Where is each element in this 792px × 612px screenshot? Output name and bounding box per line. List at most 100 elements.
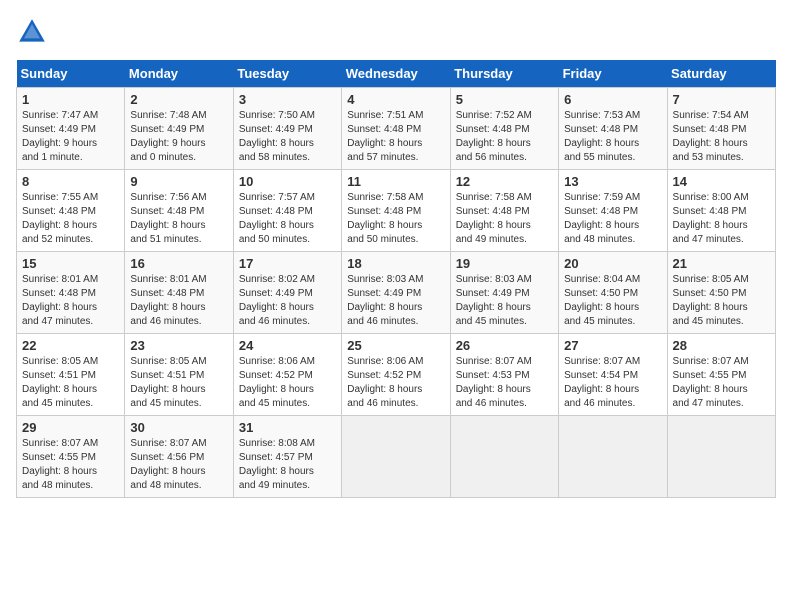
calendar-week-row: 29 Sunrise: 8:07 AM Sunset: 4:55 PM Dayli… — [17, 416, 776, 498]
calendar-cell: 6 Sunrise: 7:53 AM Sunset: 4:48 PM Daylig… — [559, 88, 667, 170]
day-number: 12 — [456, 174, 553, 189]
calendar-cell: 25Sunrise: 8:06 AM Sunset: 4:52 PM Dayli… — [342, 334, 450, 416]
day-info: Sunrise: 7:55 AM Sunset: 4:48 PM Dayligh… — [22, 191, 119, 247]
day-number: 20 — [564, 256, 661, 271]
day-number: 15 — [22, 256, 119, 271]
calendar-cell: 16Sunrise: 8:01 AM Sunset: 4:48 PM Dayli… — [125, 252, 233, 334]
day-info: Sunrise: 8:04 AM Sunset: 4:50 PM Dayligh… — [564, 273, 661, 329]
calendar-cell: 4 Sunrise: 7:51 AM Sunset: 4:48 PM Daylig… — [342, 88, 450, 170]
day-info: Sunrise: 8:00 AM Sunset: 4:48 PM Dayligh… — [673, 191, 770, 247]
calendar-cell: 9 Sunrise: 7:56 AM Sunset: 4:48 PM Daylig… — [125, 170, 233, 252]
day-info: Sunrise: 7:59 AM Sunset: 4:48 PM Dayligh… — [564, 191, 661, 247]
day-info: Sunrise: 7:50 AM Sunset: 4:49 PM Dayligh… — [239, 109, 336, 165]
day-info: Sunrise: 8:07 AM Sunset: 4:55 PM Dayligh… — [22, 437, 119, 493]
calendar-cell: 3 Sunrise: 7:50 AM Sunset: 4:49 PM Daylig… — [233, 88, 341, 170]
day-number: 5 — [456, 92, 553, 107]
logo-icon — [16, 16, 48, 48]
day-number: 6 — [564, 92, 661, 107]
calendar-cell: 26Sunrise: 8:07 AM Sunset: 4:53 PM Dayli… — [450, 334, 558, 416]
calendar-cell: 7 Sunrise: 7:54 AM Sunset: 4:48 PM Daylig… — [667, 88, 775, 170]
calendar-cell: 28 Sunrise: 8:07 AM Sunset: 4:55 PM Dayli… — [667, 334, 775, 416]
calendar-cell: 8 Sunrise: 7:55 AM Sunset: 4:48 PM Daylig… — [17, 170, 125, 252]
calendar-cell: 13 Sunrise: 7:59 AM Sunset: 4:48 PM Dayli… — [559, 170, 667, 252]
day-info: Sunrise: 8:07 AM Sunset: 4:53 PM Dayligh… — [456, 355, 553, 411]
calendar-cell: 17 Sunrise: 8:02 AM Sunset: 4:49 PM Dayli… — [233, 252, 341, 334]
calendar-cell: 12 Sunrise: 7:58 AM Sunset: 4:48 PM Dayli… — [450, 170, 558, 252]
day-header-sunday: Sunday — [17, 60, 125, 88]
calendar-week-row: 8 Sunrise: 7:55 AM Sunset: 4:48 PM Daylig… — [17, 170, 776, 252]
day-header-tuesday: Tuesday — [233, 60, 341, 88]
day-info: Sunrise: 8:03 AM Sunset: 4:49 PM Dayligh… — [456, 273, 553, 329]
calendar-cell: 30Sunrise: 8:07 AM Sunset: 4:56 PM Dayli… — [125, 416, 233, 498]
day-number: 31 — [239, 420, 336, 435]
day-info: Sunrise: 8:07 AM Sunset: 4:54 PM Dayligh… — [564, 355, 661, 411]
day-number: 3 — [239, 92, 336, 107]
calendar-cell: 29 Sunrise: 8:07 AM Sunset: 4:55 PM Dayli… — [17, 416, 125, 498]
day-number: 14 — [673, 174, 770, 189]
day-number: 19 — [456, 256, 553, 271]
day-info: Sunrise: 7:48 AM Sunset: 4:49 PM Dayligh… — [130, 109, 227, 165]
calendar-cell — [559, 416, 667, 498]
day-number: 29 — [22, 420, 119, 435]
calendar-cell: 20 Sunrise: 8:04 AM Sunset: 4:50 PM Dayli… — [559, 252, 667, 334]
day-info: Sunrise: 7:54 AM Sunset: 4:48 PM Dayligh… — [673, 109, 770, 165]
calendar-cell: 23Sunrise: 8:05 AM Sunset: 4:51 PM Dayli… — [125, 334, 233, 416]
day-info: Sunrise: 8:01 AM Sunset: 4:48 PM Dayligh… — [130, 273, 227, 329]
day-info: Sunrise: 7:58 AM Sunset: 4:48 PM Dayligh… — [456, 191, 553, 247]
calendar-cell — [342, 416, 450, 498]
day-number: 18 — [347, 256, 444, 271]
day-number: 10 — [239, 174, 336, 189]
day-number: 4 — [347, 92, 444, 107]
calendar-cell: 24 Sunrise: 8:06 AM Sunset: 4:52 PM Dayli… — [233, 334, 341, 416]
day-info: Sunrise: 8:08 AM Sunset: 4:57 PM Dayligh… — [239, 437, 336, 493]
calendar-cell: 14 Sunrise: 8:00 AM Sunset: 4:48 PM Dayli… — [667, 170, 775, 252]
calendar-cell: 15Sunrise: 8:01 AM Sunset: 4:48 PM Dayli… — [17, 252, 125, 334]
calendar-cell: 1Sunrise: 7:47 AM Sunset: 4:49 PM Daylig… — [17, 88, 125, 170]
day-number: 23 — [130, 338, 227, 353]
calendar-cell: 27 Sunrise: 8:07 AM Sunset: 4:54 PM Dayli… — [559, 334, 667, 416]
calendar-header-row: SundayMondayTuesdayWednesdayThursdayFrid… — [17, 60, 776, 88]
day-header-friday: Friday — [559, 60, 667, 88]
calendar-cell: 21 Sunrise: 8:05 AM Sunset: 4:50 PM Dayli… — [667, 252, 775, 334]
calendar-cell: 10Sunrise: 7:57 AM Sunset: 4:48 PM Dayli… — [233, 170, 341, 252]
calendar-cell: 11 Sunrise: 7:58 AM Sunset: 4:48 PM Dayli… — [342, 170, 450, 252]
day-header-thursday: Thursday — [450, 60, 558, 88]
calendar-week-row: 15 Sunrise: 8:01 AM Sunset: 4:48 PM Dayli… — [17, 252, 776, 334]
day-number: 8 — [22, 174, 119, 189]
day-number: 30 — [130, 420, 227, 435]
day-info: Sunrise: 8:06 AM Sunset: 4:52 PM Dayligh… — [239, 355, 336, 411]
day-info: Sunrise: 7:53 AM Sunset: 4:48 PM Dayligh… — [564, 109, 661, 165]
calendar-cell: 22Sunrise: 8:05 AM Sunset: 4:51 PM Dayli… — [17, 334, 125, 416]
day-info: Sunrise: 7:56 AM Sunset: 4:48 PM Dayligh… — [130, 191, 227, 247]
calendar-cell — [667, 416, 775, 498]
day-number: 17 — [239, 256, 336, 271]
day-number: 9 — [130, 174, 227, 189]
day-header-wednesday: Wednesday — [342, 60, 450, 88]
day-number: 25 — [347, 338, 444, 353]
day-number: 27 — [564, 338, 661, 353]
day-number: 11 — [347, 174, 444, 189]
day-number: 21 — [673, 256, 770, 271]
day-info: Sunrise: 8:05 AM Sunset: 4:50 PM Dayligh… — [673, 273, 770, 329]
calendar-week-row: 22Sunrise: 8:05 AM Sunset: 4:51 PM Dayli… — [17, 334, 776, 416]
day-info: Sunrise: 7:58 AM Sunset: 4:48 PM Dayligh… — [347, 191, 444, 247]
day-number: 13 — [564, 174, 661, 189]
calendar-cell: 2 Sunrise: 7:48 AM Sunset: 4:49 PM Daylig… — [125, 88, 233, 170]
calendar-week-row: 1Sunrise: 7:47 AM Sunset: 4:49 PM Daylig… — [17, 88, 776, 170]
day-header-saturday: Saturday — [667, 60, 775, 88]
calendar-cell: 31 Sunrise: 8:08 AM Sunset: 4:57 PM Dayli… — [233, 416, 341, 498]
calendar-cell: 5 Sunrise: 7:52 AM Sunset: 4:48 PM Daylig… — [450, 88, 558, 170]
day-info: Sunrise: 7:52 AM Sunset: 4:48 PM Dayligh… — [456, 109, 553, 165]
day-number: 24 — [239, 338, 336, 353]
day-number: 2 — [130, 92, 227, 107]
day-info: Sunrise: 8:03 AM Sunset: 4:49 PM Dayligh… — [347, 273, 444, 329]
calendar-table: SundayMondayTuesdayWednesdayThursdayFrid… — [16, 60, 776, 498]
day-number: 28 — [673, 338, 770, 353]
day-number: 7 — [673, 92, 770, 107]
logo — [16, 16, 52, 48]
day-info: Sunrise: 7:47 AM Sunset: 4:49 PM Dayligh… — [22, 109, 119, 165]
day-number: 22 — [22, 338, 119, 353]
day-info: Sunrise: 8:07 AM Sunset: 4:55 PM Dayligh… — [673, 355, 770, 411]
day-info: Sunrise: 8:02 AM Sunset: 4:49 PM Dayligh… — [239, 273, 336, 329]
day-info: Sunrise: 7:51 AM Sunset: 4:48 PM Dayligh… — [347, 109, 444, 165]
